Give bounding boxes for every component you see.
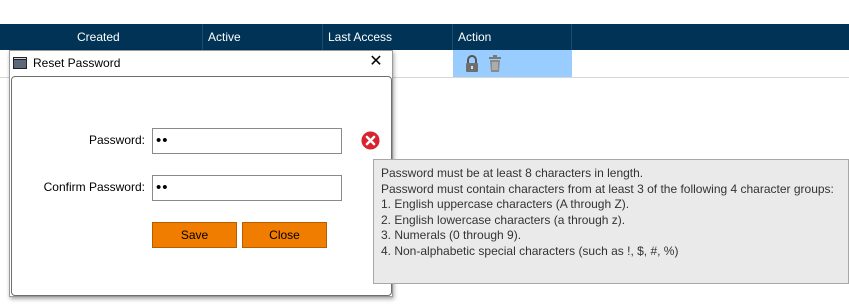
tooltip-line: 1. English uppercase characters (A throu…: [381, 197, 630, 211]
column-action[interactable]: Action: [453, 24, 572, 50]
dialog-title: Reset Password: [33, 56, 121, 70]
error-icon[interactable]: [361, 131, 380, 150]
tooltip-line: Password must contain characters from at…: [381, 181, 834, 196]
confirm-password-label: Confirm Password:: [43, 180, 145, 194]
column-created[interactable]: Created: [72, 24, 203, 50]
close-button[interactable]: Close: [242, 222, 327, 248]
app-window-icon: [13, 57, 27, 69]
confirm-password-field[interactable]: ••: [152, 175, 342, 201]
action-cell: [453, 50, 572, 77]
save-button[interactable]: Save: [152, 222, 237, 248]
dialog-titlebar[interactable]: Reset Password ✕: [10, 51, 392, 75]
password-requirements-tooltip: Password must be at least 8 characters i…: [373, 159, 849, 284]
trash-icon[interactable]: [487, 55, 503, 73]
password-field[interactable]: ••: [152, 128, 342, 154]
column-active[interactable]: Active: [203, 24, 323, 50]
tooltip-line: 2. English lowercase characters (a throu…: [381, 212, 626, 227]
tooltip-line: Password must be at least 8 characters i…: [381, 166, 644, 180]
password-label: Password:: [88, 133, 145, 147]
tooltip-line: 3. Numerals (0 through 9).: [381, 228, 522, 242]
close-icon[interactable]: ✕: [368, 53, 384, 71]
grid-header: Created Active Last Access Action: [0, 24, 849, 50]
dialog-body: Password: •• Confirm Password: •• Save C…: [11, 76, 392, 296]
column-last-access[interactable]: Last Access: [323, 24, 453, 50]
tooltip-line: 4. Non-alphabetic special characters (su…: [381, 243, 679, 258]
reset-password-dialog: Reset Password ✕ Password: •• Confirm Pa…: [9, 50, 393, 297]
lock-icon[interactable]: [464, 55, 480, 73]
